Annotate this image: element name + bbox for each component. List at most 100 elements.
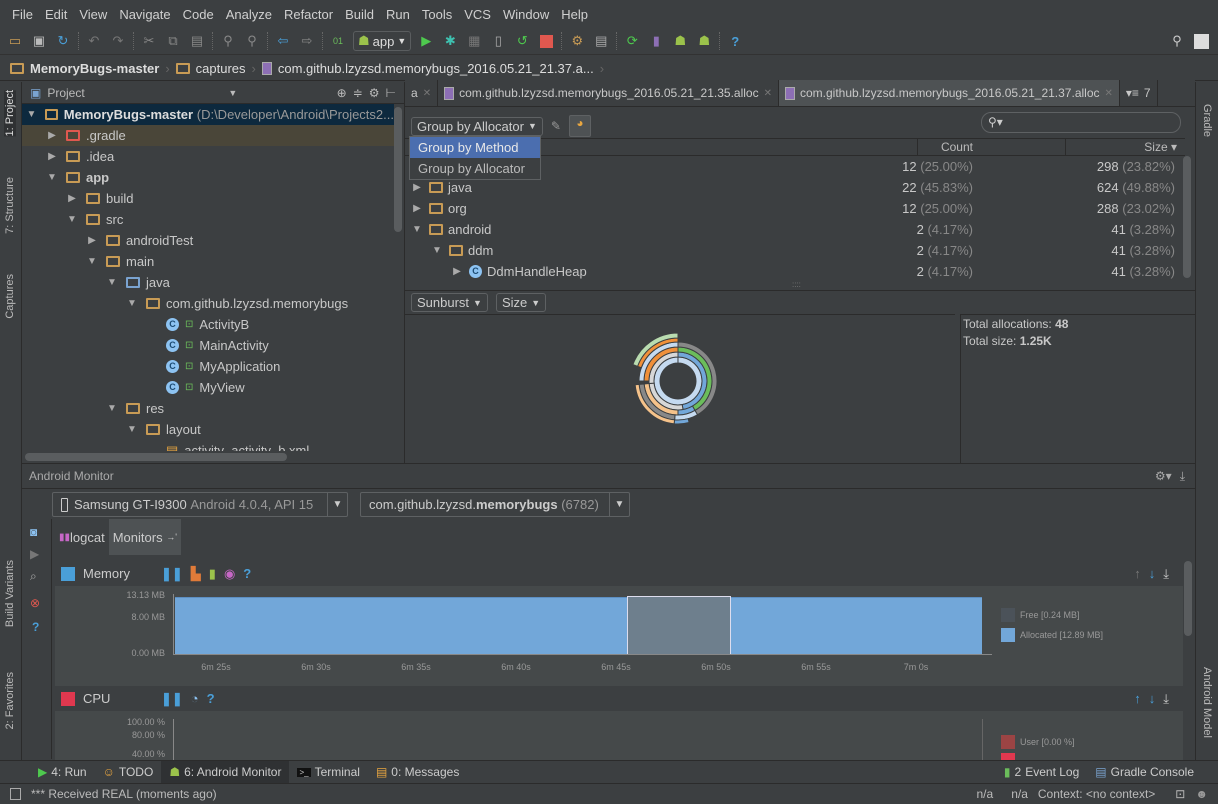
tree-item[interactable]: ▶ .gradle: [22, 125, 394, 146]
system-info-icon[interactable]: ⌕: [30, 569, 51, 584]
inspector-icon[interactable]: ☻: [1195, 787, 1208, 801]
expand-toggle[interactable]: ▶: [411, 182, 423, 193]
horizontal-scrollbar[interactable]: [25, 453, 287, 461]
table-row[interactable]: ▶ org 12 (25.00%) 288 (23.02%): [405, 198, 1185, 219]
expand-toggle[interactable]: ▶: [86, 235, 98, 246]
editor-tab[interactable]: com.github.lzyzsd.memorybugs_2016.05.21_…: [438, 80, 779, 106]
menu-code[interactable]: Code: [177, 7, 220, 22]
table-row[interactable]: ▶ C DdmHandleHeap 2 (4.17%) 41 (3.28%): [405, 261, 1185, 282]
tab-monitors[interactable]: Monitors →': [108, 519, 181, 555]
minimize-icon[interactable]: ⤓: [1163, 566, 1169, 582]
tree-item[interactable]: ▼ app: [22, 167, 394, 188]
allocation-tracking-icon[interactable]: ◉: [224, 566, 235, 582]
save-icon[interactable]: ▣: [30, 32, 48, 50]
move-down-icon[interactable]: ↓: [1149, 691, 1156, 706]
android-device-monitor-icon[interactable]: ☗: [695, 32, 713, 50]
move-up-icon[interactable]: ↑: [1134, 566, 1141, 581]
help-icon[interactable]: ?: [32, 620, 51, 634]
menu-edit[interactable]: Edit: [39, 7, 73, 22]
group-by-select[interactable]: Group by Allocator ▼: [411, 116, 543, 136]
expand-toggle[interactable]: ▶: [66, 193, 78, 204]
expand-toggle[interactable]: ▼: [86, 256, 98, 267]
breadcrumb-project[interactable]: MemoryBugs-master: [30, 61, 159, 76]
tree-item[interactable]: C ⊡ MyApplication: [22, 356, 394, 377]
collapse-icon[interactable]: ≑: [353, 86, 363, 100]
menu-view[interactable]: View: [73, 7, 113, 22]
structure-tool-button[interactable]: 7: Structure: [4, 177, 16, 234]
attach-debugger-icon[interactable]: ▯: [489, 32, 507, 50]
expand-toggle[interactable]: ▶: [46, 151, 58, 162]
tree-root[interactable]: ▼ MemoryBugs-master (D:\Developer\Androi…: [22, 104, 394, 125]
menu-build[interactable]: Build: [339, 7, 380, 22]
coverage-icon[interactable]: ▦: [465, 32, 483, 50]
project-view-select[interactable]: Project: [47, 86, 222, 100]
tree-item[interactable]: C ⊡ ActivityB: [22, 314, 394, 335]
gear-icon[interactable]: ⚙: [369, 86, 380, 100]
menu-window[interactable]: Window: [497, 7, 555, 22]
lock-icon[interactable]: ⊡: [1175, 787, 1185, 801]
tree-item[interactable]: ▼ src: [22, 209, 394, 230]
expand-toggle[interactable]: ▼: [126, 424, 138, 435]
menu-analyze[interactable]: Analyze: [220, 7, 278, 22]
table-row[interactable]: ▼ android 2 (4.17%) 41 (3.28%): [405, 219, 1185, 240]
search-input[interactable]: ⚲▾: [981, 112, 1181, 133]
run-tool-button[interactable]: ▶ 4: Run: [30, 761, 95, 783]
expand-toggle[interactable]: ▼: [126, 298, 138, 309]
splitter-handle[interactable]: ::::: [792, 280, 801, 289]
close-tab-icon[interactable]: ✕: [423, 88, 431, 99]
menu-file[interactable]: File: [6, 7, 39, 22]
project-structure-icon[interactable]: ⚙: [568, 32, 586, 50]
captures-tool-button[interactable]: Captures: [4, 274, 16, 319]
user-avatar-icon[interactable]: [1192, 32, 1210, 50]
menu-navigate[interactable]: Navigate: [113, 7, 176, 22]
process-select[interactable]: com.github.lzyzsd. memorybugs (6782) ▼: [360, 492, 630, 517]
run-config-select[interactable]: ☗ app ▼: [353, 31, 412, 51]
back-icon[interactable]: ⇦: [274, 32, 292, 50]
tree-item[interactable]: C ⊡ MainActivity: [22, 335, 394, 356]
tree-item[interactable]: ▶ build: [22, 188, 394, 209]
gradle-console-tool-button[interactable]: ▤ Gradle Console: [1087, 761, 1202, 783]
gradle-sync-icon[interactable]: ⟳: [623, 32, 641, 50]
tab-logcat[interactable]: ▮▮ logcat: [55, 519, 109, 555]
help-icon[interactable]: ?: [243, 566, 251, 581]
menu-tools[interactable]: Tools: [416, 7, 458, 22]
chart-metric-select[interactable]: Size ▼: [495, 293, 547, 312]
hide-icon[interactable]: ⊢: [386, 86, 396, 100]
pause-icon[interactable]: ❚❚: [161, 691, 183, 707]
gc-icon[interactable]: ▙: [191, 566, 201, 582]
column-header-count[interactable]: Count: [941, 140, 973, 154]
editor-tab[interactable]: a ✕: [405, 80, 439, 106]
avd-manager-icon[interactable]: ▮: [647, 32, 665, 50]
selected-range[interactable]: [627, 596, 731, 654]
messages-tool-button[interactable]: ▤ 0: Messages: [368, 761, 467, 783]
tree-item[interactable]: ▶ .idea: [22, 146, 394, 167]
copy-icon[interactable]: ⧉: [164, 32, 182, 50]
find-icon[interactable]: ⚲: [219, 32, 237, 50]
option-group-by-allocator[interactable]: Group by Allocator: [410, 158, 540, 179]
expand-toggle[interactable]: ▼: [431, 245, 443, 256]
device-select[interactable]: Samsung GT-I9300 Android 4.0.4, API 15 ▼: [52, 492, 348, 517]
method-trace-icon[interactable]: ◔: [191, 691, 199, 706]
favorites-tool-button[interactable]: 2: Favorites: [4, 672, 16, 729]
tree-item[interactable]: ▼ com.github.lzyzsd.memorybugs: [22, 293, 394, 314]
redo-icon[interactable]: ↷: [109, 32, 127, 50]
table-row[interactable]: ▼ ddm 2 (4.17%) 41 (3.28%): [405, 240, 1185, 261]
tree-item[interactable]: ▼ res: [22, 398, 394, 419]
expand-toggle[interactable]: ▶: [411, 203, 423, 214]
column-header-size[interactable]: Size ▾: [1144, 140, 1177, 154]
editor-tab[interactable]: com.github.lzyzsd.memorybugs_2016.05.21_…: [778, 80, 1120, 106]
table-row[interactable]: ▶ java 22 (45.83%) 624 (49.88%): [405, 177, 1185, 198]
tree-item[interactable]: ▼ java: [22, 272, 394, 293]
todo-tool-button[interactable]: ☺ TODO: [95, 761, 162, 783]
pause-icon[interactable]: ❚❚: [161, 566, 183, 582]
tree-item[interactable]: ▼ layout: [22, 419, 394, 440]
expand-toggle[interactable]: ▼: [106, 403, 118, 414]
tree-item[interactable]: ▤ activity_activity_b.xml: [22, 440, 394, 452]
build-variants-tool-button[interactable]: Build Variants: [4, 560, 16, 627]
locate-icon[interactable]: ⊕: [337, 86, 347, 100]
sdk-manager-icon[interactable]: ▤: [592, 32, 610, 50]
forward-icon[interactable]: ⇨: [298, 32, 316, 50]
sdk-download-icon[interactable]: ☗: [671, 32, 689, 50]
expand-toggle[interactable]: ▶: [46, 130, 58, 141]
table-scrollbar[interactable]: [1183, 156, 1191, 278]
